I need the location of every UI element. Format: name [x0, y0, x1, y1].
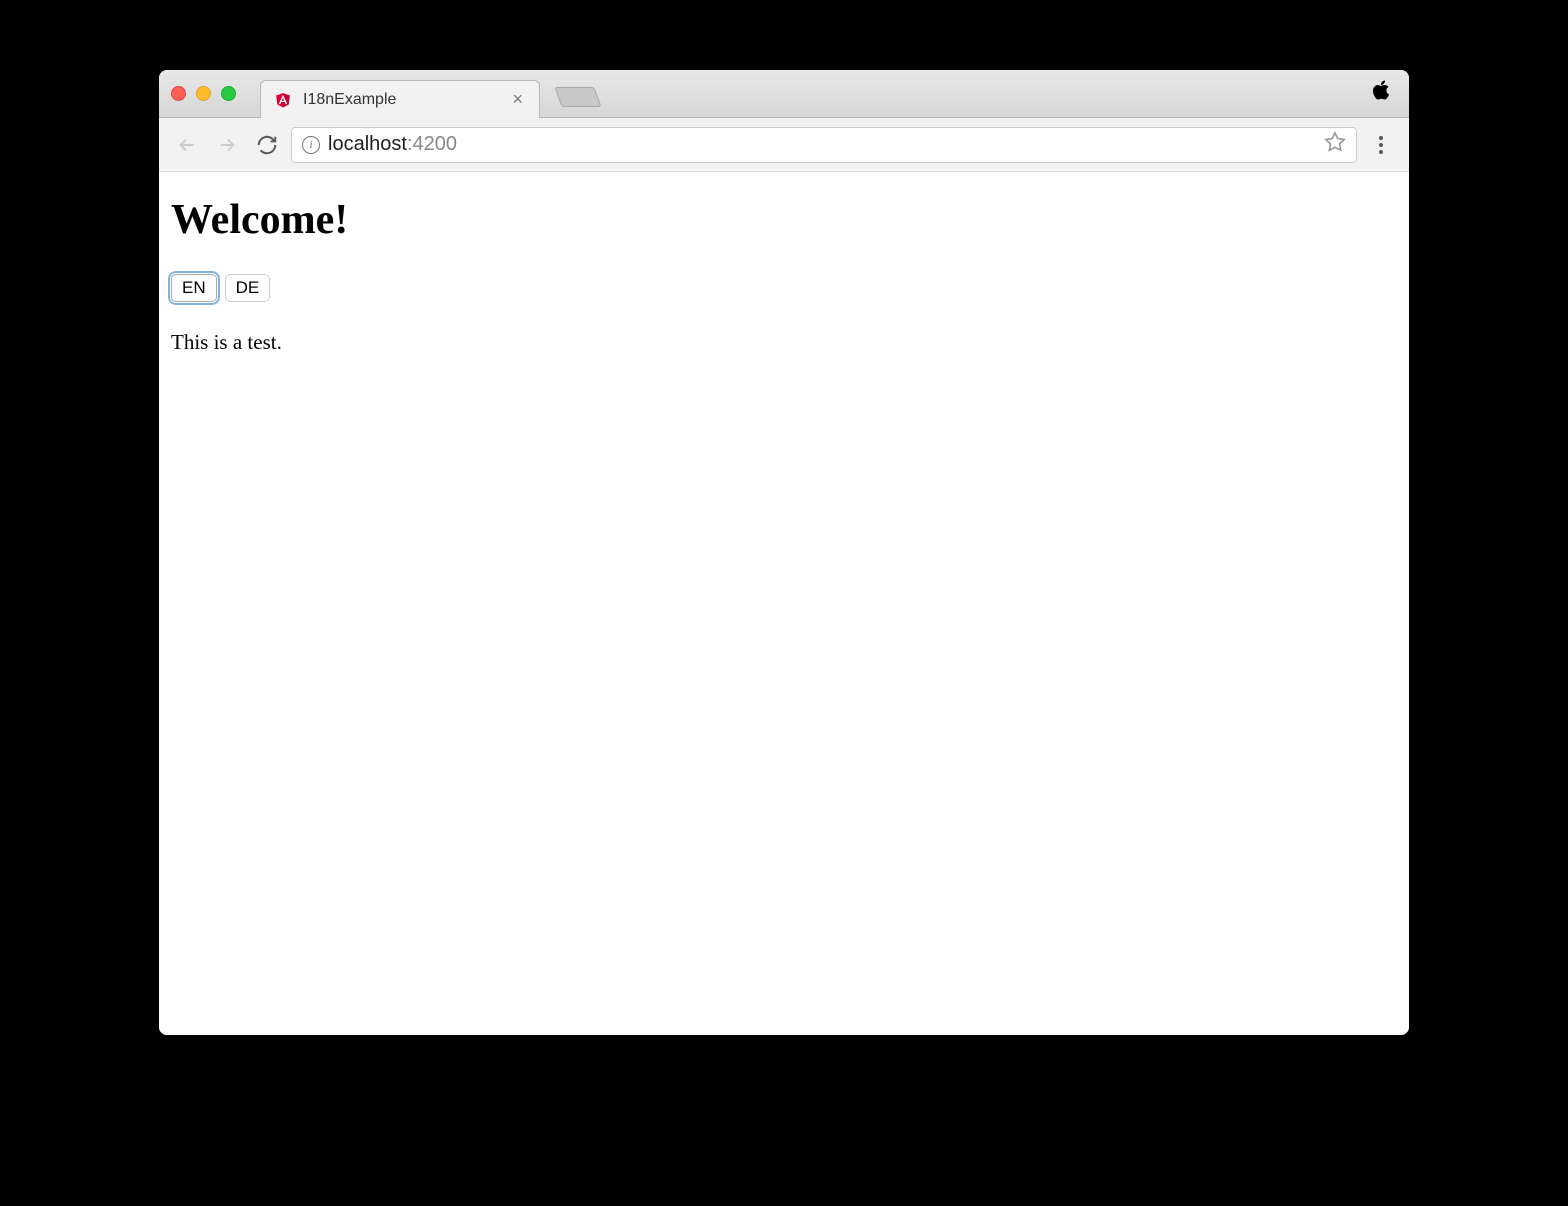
tab-title: I18nExample: [303, 91, 508, 109]
browser-window: I18nExample ×: [159, 70, 1409, 1035]
site-info-icon[interactable]: i: [302, 136, 320, 154]
browser-tab-bar: I18nExample ×: [159, 70, 1409, 118]
browser-menu-button[interactable]: [1365, 129, 1397, 161]
apple-logo-icon: [1371, 79, 1391, 107]
page-heading: Welcome!: [171, 196, 1397, 244]
forward-button[interactable]: [211, 129, 243, 161]
window-maximize-button[interactable]: [221, 86, 236, 101]
angular-favicon-icon: [273, 90, 293, 110]
address-bar[interactable]: i localhost:4200: [291, 127, 1357, 163]
reload-button[interactable]: [251, 129, 283, 161]
language-buttons: EN DE: [171, 274, 1397, 302]
address-bar-row: i localhost:4200: [159, 118, 1409, 172]
url-port: :4200: [407, 133, 457, 155]
page-content: Welcome! EN DE This is a test.: [159, 172, 1409, 1035]
window-controls: [171, 86, 236, 101]
body-text: This is a test.: [171, 330, 1397, 355]
window-close-button[interactable]: [171, 86, 186, 101]
url-text: localhost:4200: [328, 133, 1316, 156]
lang-de-button[interactable]: DE: [225, 274, 271, 302]
back-button[interactable]: [171, 129, 203, 161]
browser-tab[interactable]: I18nExample ×: [260, 80, 540, 118]
tab-close-icon[interactable]: ×: [508, 89, 527, 110]
window-minimize-button[interactable]: [196, 86, 211, 101]
bookmark-star-icon[interactable]: [1324, 131, 1346, 158]
tabs-area: I18nExample ×: [260, 70, 1397, 117]
url-host: localhost: [328, 133, 407, 155]
lang-en-button[interactable]: EN: [171, 274, 217, 302]
new-tab-button[interactable]: [554, 87, 601, 107]
